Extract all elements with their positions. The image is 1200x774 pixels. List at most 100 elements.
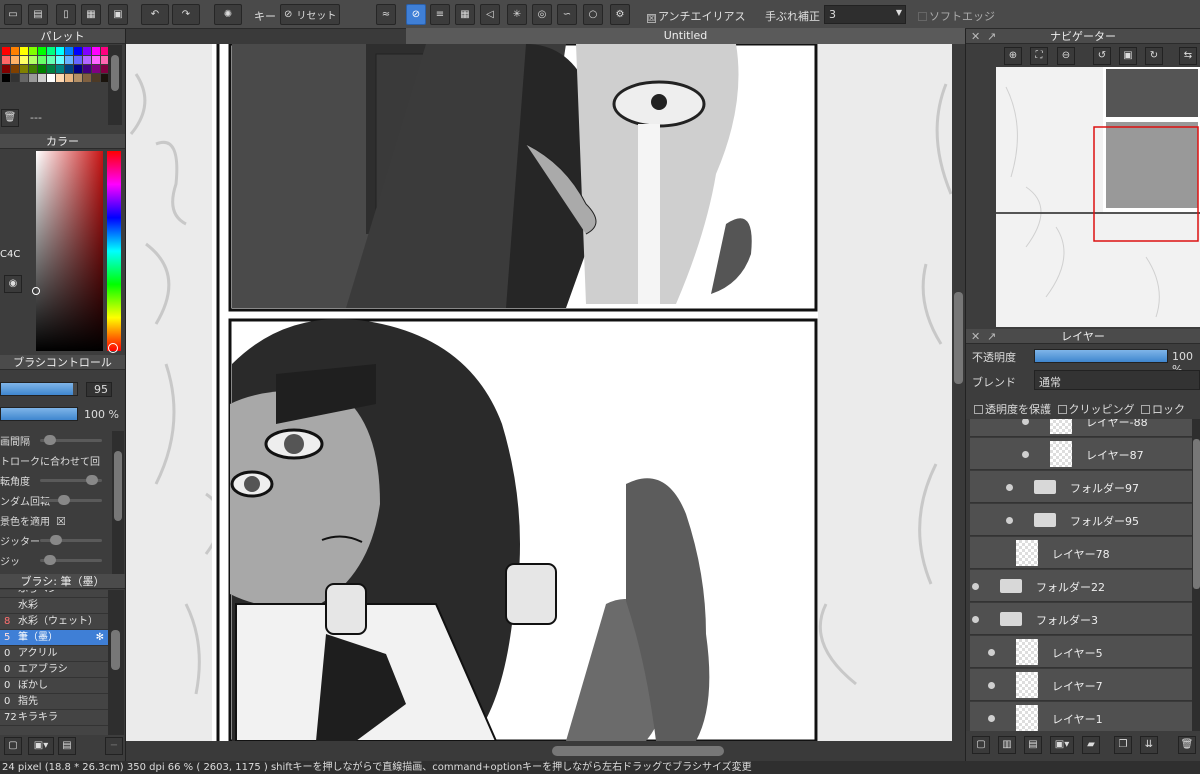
panel-icon[interactable]: ▦: [81, 4, 101, 25]
brush-option-knob[interactable]: [44, 435, 56, 445]
visibility-eye-icon[interactable]: [988, 682, 995, 689]
brush-option-check-icon[interactable]: ☒: [56, 515, 66, 528]
palette-swatch[interactable]: [74, 56, 82, 64]
palette-swatch[interactable]: [92, 65, 100, 73]
antialias-checkbox[interactable]: ☒ アンチエイリアス: [647, 8, 746, 24]
brush-option-row[interactable]: トロークに合わせて回: [0, 453, 112, 469]
merge-layer-icon[interactable]: ⇊: [1140, 736, 1158, 754]
brush-option-row[interactable]: ジッター: [0, 533, 112, 549]
palette-swatch[interactable]: [20, 56, 28, 64]
brush-list-item[interactable]: ふちペン: [0, 590, 108, 598]
protect-alpha-checkbox[interactable]: 透明度を保護: [974, 403, 1051, 416]
canvas-vertical-scrollbar[interactable]: [952, 44, 965, 741]
palette-swatch[interactable]: [11, 47, 19, 55]
brush-option-slider[interactable]: [40, 535, 102, 545]
visibility-eye-icon[interactable]: [972, 583, 979, 590]
brush-options-scrollbar[interactable]: [112, 431, 124, 581]
reset-view-icon[interactable]: ▣: [1119, 47, 1137, 65]
brush-list-item[interactable]: 0 ぼかし: [0, 678, 108, 694]
palette-swatch[interactable]: [38, 74, 46, 82]
visibility-eye-icon[interactable]: [988, 715, 995, 722]
palette-swatch[interactable]: [47, 47, 55, 55]
brush-option-row[interactable]: 景色を適用 ☒: [0, 513, 112, 529]
palette-swatch[interactable]: [47, 65, 55, 73]
palette-swatch[interactable]: [83, 47, 91, 55]
new-8bit-layer-icon[interactable]: ▤: [1024, 736, 1042, 754]
layer-opacity-slider[interactable]: [1034, 349, 1168, 363]
new-brush-icon[interactable]: ▢: [4, 737, 22, 755]
brush-option-row[interactable]: ジッ: [0, 553, 112, 569]
color-sampler-icon[interactable]: ◉: [4, 275, 22, 293]
crosshatch-snap-icon[interactable]: ▦: [455, 4, 475, 25]
brush-option-row[interactable]: 転角度: [0, 473, 112, 489]
palette-swatch[interactable]: [47, 74, 55, 82]
zoom-in-icon[interactable]: ⊕: [1004, 47, 1022, 65]
canvas-horizontal-scrollbar[interactable]: [126, 741, 965, 761]
rotate-right-icon[interactable]: ↻: [1145, 47, 1163, 65]
document-tab[interactable]: Untitled: [406, 28, 965, 44]
stabilizer-select[interactable]: 3 ▼: [824, 5, 906, 24]
navigator-preview[interactable]: [996, 67, 1200, 327]
grid-icon[interactable]: ▣: [108, 4, 128, 25]
palette-swatch[interactable]: [38, 56, 46, 64]
visibility-eye-icon[interactable]: [1006, 517, 1013, 524]
brush-gear-icon[interactable]: ✻: [96, 630, 104, 646]
remove-brush-icon[interactable]: −: [105, 737, 123, 755]
brush-size-slider[interactable]: [0, 382, 78, 396]
palette-swatch[interactable]: [29, 56, 37, 64]
canvas-hscroll-handle[interactable]: [552, 746, 724, 756]
palette-swatch[interactable]: [65, 56, 73, 64]
palette-swatch[interactable]: [56, 56, 64, 64]
brush-option-knob[interactable]: [44, 555, 56, 565]
palette-swatch[interactable]: [56, 65, 64, 73]
palette-swatch[interactable]: [38, 65, 46, 73]
zoom-out-icon[interactable]: ⊖: [1057, 47, 1075, 65]
palette-swatch[interactable]: [20, 47, 28, 55]
layer-list-scrollbar[interactable]: [1192, 419, 1200, 731]
settings-gear-icon[interactable]: ⚙: [610, 4, 630, 25]
brush-settings-icon[interactable]: ▤: [58, 737, 76, 755]
layer-row[interactable]: レイヤー78: [970, 537, 1192, 569]
palette-swatch[interactable]: [29, 65, 37, 73]
popout-icon[interactable]: ↗: [987, 29, 996, 44]
palette-swatch[interactable]: [29, 74, 37, 82]
layer-row[interactable]: レイヤー-88: [970, 419, 1192, 437]
hue-slider[interactable]: [107, 151, 121, 351]
blend-select[interactable]: 通常: [1034, 370, 1200, 390]
palette-swatch[interactable]: [2, 65, 10, 73]
brush-list-item[interactable]: 0 アクリル: [0, 646, 108, 662]
brush-size-value[interactable]: 95: [86, 382, 112, 397]
color-picker-cursor[interactable]: [32, 287, 40, 295]
duplicate-layer-icon[interactable]: ❐: [1114, 736, 1132, 754]
brush-option-slider[interactable]: [40, 475, 102, 485]
brush-option-slider[interactable]: [40, 555, 102, 565]
circle-snap-icon[interactable]: ◎: [532, 4, 552, 25]
palette-swatch[interactable]: [2, 74, 10, 82]
palette-swatch[interactable]: [38, 47, 46, 55]
vanishing-snap-icon[interactable]: ◁: [480, 4, 500, 25]
brush-list-item[interactable]: 水彩: [0, 598, 108, 614]
new-folder-icon[interactable]: ▰: [1082, 736, 1100, 754]
flip-icon[interactable]: ⇆: [1179, 47, 1197, 65]
palette-swatch[interactable]: [92, 56, 100, 64]
palette-swatch[interactable]: [2, 56, 10, 64]
undo-icon[interactable]: ↶: [141, 4, 169, 25]
saturation-value-picker[interactable]: [36, 151, 103, 351]
canvas-vscroll-thumb[interactable]: [954, 292, 963, 384]
palette-swatch[interactable]: [74, 47, 82, 55]
no-snap-icon[interactable]: ⊘: [406, 4, 426, 25]
layer-folder-row[interactable]: フォルダー22: [970, 570, 1192, 602]
brush-list-item[interactable]: 72キラキラ: [0, 710, 108, 726]
collapse-icon[interactable]: ≈: [376, 4, 396, 25]
palette-swatch[interactable]: [47, 56, 55, 64]
layer-folder-row[interactable]: フォルダー3: [970, 603, 1192, 635]
trash-icon[interactable]: 🗑: [1, 109, 19, 127]
add-layer-menu-icon[interactable]: ▣▾: [1050, 736, 1074, 754]
fit-screen-icon[interactable]: ⛶: [1030, 47, 1048, 65]
palette-swatch[interactable]: [29, 47, 37, 55]
palette-swatch[interactable]: [92, 74, 100, 82]
parallel-snap-icon[interactable]: ≡: [430, 4, 450, 25]
comment-icon[interactable]: ▤: [28, 4, 48, 25]
new-halftone-layer-icon[interactable]: ▥: [998, 736, 1016, 754]
close-panel-icon[interactable]: ✕: [971, 29, 980, 44]
